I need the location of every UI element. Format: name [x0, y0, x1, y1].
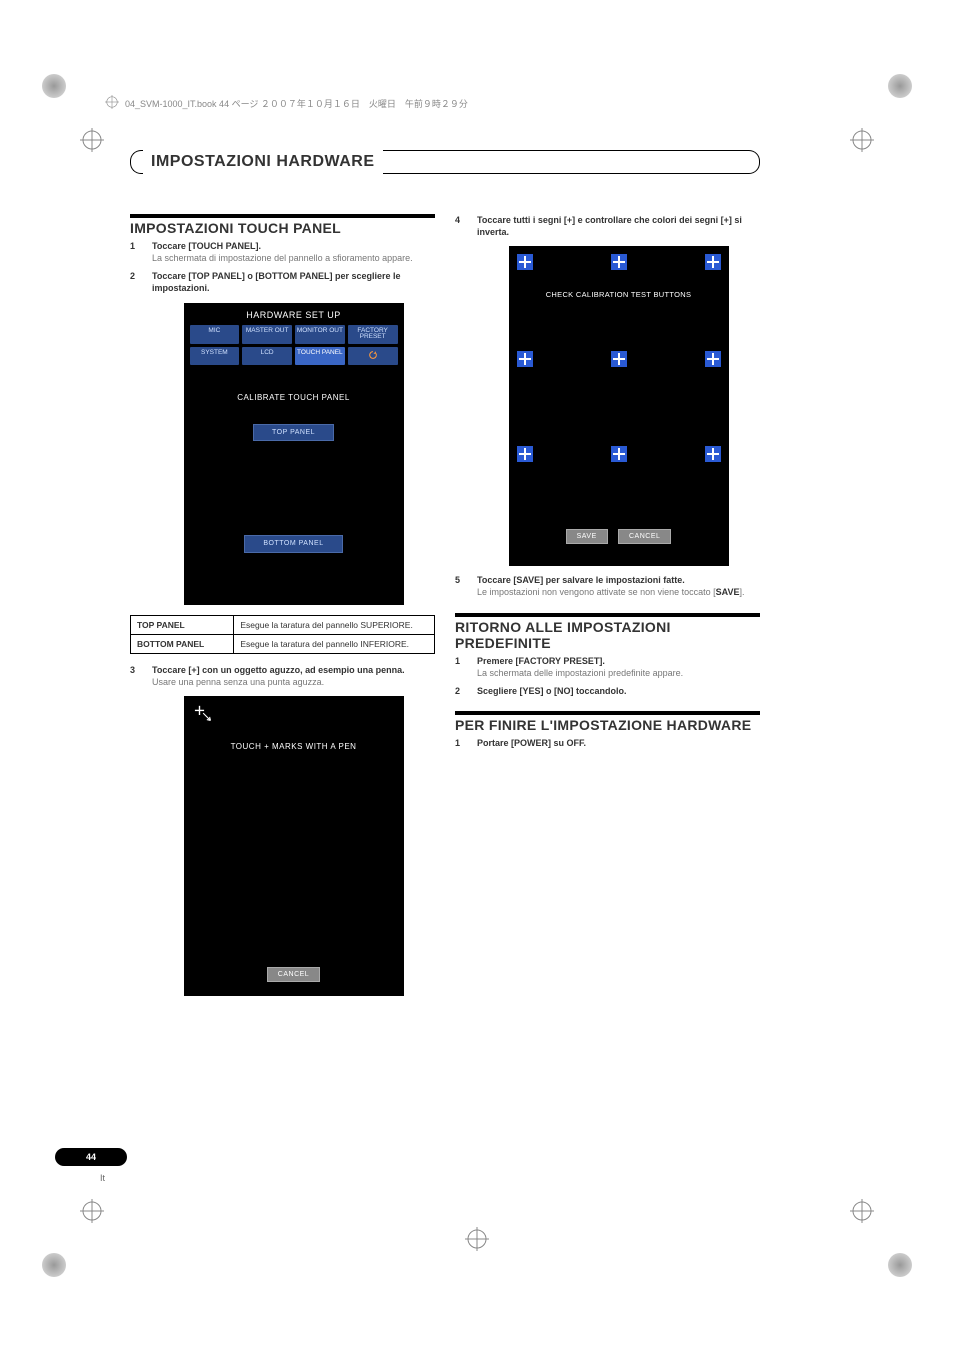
- step-fr-1-body: La schermata delle impostazioni predefin…: [477, 668, 683, 678]
- calib-plus-icon: [611, 446, 627, 462]
- touch-panel-cancel: CANCEL: [267, 967, 320, 982]
- table-val: Esegue la taratura del pannello SUPERIOR…: [234, 615, 435, 634]
- hw-tab-monitor-out: MONITOR OUT: [295, 325, 345, 344]
- register-mark-icon: [105, 95, 119, 111]
- table-row: BOTTOM PANEL Esegue la taratura del pann…: [131, 634, 435, 653]
- hw-tab-mic: MIC: [190, 325, 240, 344]
- calib-plus-icon: [705, 254, 721, 270]
- register-mark-tr: [850, 128, 874, 152]
- register-mark-bc: [465, 1227, 489, 1251]
- corner-dot-tl: [42, 74, 66, 98]
- step-3: Toccare [+] con un oggetto aguzzo, ad es…: [130, 664, 435, 996]
- panel-table: TOP PANEL Esegue la taratura del pannell…: [130, 615, 435, 654]
- hardware-setup-screenshot: HARDWARE SET UP MIC MASTER OUT MONITOR O…: [184, 303, 404, 605]
- step-4-title: Toccare tutti i segni [+] e controllare …: [477, 214, 760, 238]
- hw-setup-title: HARDWARE SET UP: [184, 303, 404, 325]
- section-title-bar: IMPOSTAZIONI HARDWARE: [130, 150, 760, 174]
- step-4: Toccare tutti i segni [+] e controllare …: [455, 214, 760, 566]
- step-1-title: Toccare [TOUCH PANEL].: [152, 240, 435, 252]
- hw-tab-refresh: [348, 347, 398, 366]
- step-3-title: Toccare [+] con un oggetto aguzzo, ad es…: [152, 664, 435, 676]
- plus-mark-icon: [194, 704, 216, 728]
- page-number-tab: 44: [55, 1148, 127, 1166]
- hw-btn-top-panel: TOP PANEL: [253, 424, 334, 441]
- print-header-text: 04_SVM-1000_IT.book 44 ページ ２００７年１０月１６日 火…: [125, 97, 468, 110]
- register-mark-tl: [80, 128, 104, 152]
- hw-tab-factory-preset: FACTORY PRESET: [348, 325, 398, 344]
- calib-save-button: SAVE: [566, 529, 608, 544]
- section-title: IMPOSTAZIONI HARDWARE: [143, 153, 383, 171]
- calib-plus-icon: [611, 254, 627, 270]
- touch-marks-screenshot: TOUCH + MARKS WITH A PEN CANCEL: [184, 696, 404, 996]
- steps-finish: Portare [POWER] su OFF.: [455, 737, 760, 749]
- corner-dot-tr: [888, 74, 912, 98]
- refresh-icon: [368, 350, 378, 363]
- heading-factory-reset: RITORNO ALLE IMPOSTAZIONI PREDEFINITE: [455, 613, 760, 651]
- register-mark-bl: [80, 1199, 104, 1223]
- step-1-body: La schermata di impostazione del pannell…: [152, 253, 413, 263]
- step-fr-2: Scegliere [YES] o [NO] toccandolo.: [455, 685, 760, 697]
- hw-tab-lcd: LCD: [242, 347, 292, 366]
- print-header: 04_SVM-1000_IT.book 44 ページ ２００７年１０月１６日 火…: [105, 95, 468, 111]
- hw-tab-master-out: MASTER OUT: [242, 325, 292, 344]
- step-2-title: Toccare [TOP PANEL] o [BOTTOM PANEL] per…: [152, 270, 435, 294]
- corner-dot-br: [888, 1253, 912, 1277]
- hw-btn-bottom-panel: BOTTOM PANEL: [244, 535, 342, 552]
- hw-tab-touch-panel: TOUCH PANEL: [295, 347, 345, 366]
- table-row: TOP PANEL Esegue la taratura del pannell…: [131, 615, 435, 634]
- steps-touch-panel: Toccare [TOUCH PANEL]. La schermata di i…: [130, 240, 435, 605]
- calib-plus-icon: [517, 446, 533, 462]
- step-5-title: Toccare [SAVE] per salvare le impostazio…: [477, 574, 760, 586]
- step-5-body: Le impostazioni non vengono attivate se …: [477, 587, 745, 597]
- hw-body-label: CALIBRATE TOUCH PANEL: [184, 393, 404, 404]
- steps-factory-reset: Premere [FACTORY PRESET]. La schermata d…: [455, 655, 760, 697]
- calib-plus-icon: [705, 446, 721, 462]
- hw-tab-system: SYSTEM: [190, 347, 240, 366]
- calib-plus-icon: [517, 254, 533, 270]
- step-5: Toccare [SAVE] per salvare le impostazio…: [455, 574, 760, 598]
- step-fin-1: Portare [POWER] su OFF.: [455, 737, 760, 749]
- step-3-body: Usare una penna senza una punta aguzza.: [152, 677, 324, 687]
- register-mark-br: [850, 1199, 874, 1223]
- page-language: It: [100, 1173, 105, 1183]
- touch-panel-msg: TOUCH + MARKS WITH A PEN: [184, 696, 404, 753]
- calibration-screenshot: CHECK CALIBRATION TEST BUTTONS: [509, 246, 729, 566]
- step-2: Toccare [TOP PANEL] o [BOTTOM PANEL] per…: [130, 270, 435, 605]
- step-fr-2-title: Scegliere [YES] o [NO] toccandolo.: [477, 685, 760, 697]
- step-fr-1: Premere [FACTORY PRESET]. La schermata d…: [455, 655, 760, 679]
- calib-plus-icon: [611, 351, 627, 367]
- table-key: TOP PANEL: [131, 615, 234, 634]
- step-1: Toccare [TOUCH PANEL]. La schermata di i…: [130, 240, 435, 264]
- heading-finish: PER FINIRE L'IMPOSTAZIONE HARDWARE: [455, 711, 760, 733]
- step-fr-1-title: Premere [FACTORY PRESET].: [477, 655, 760, 667]
- calib-cancel-button: CANCEL: [618, 529, 671, 544]
- step-fin-1-title: Portare [POWER] su OFF.: [477, 737, 760, 749]
- calib-plus-icon: [517, 351, 533, 367]
- corner-dot-bl: [42, 1253, 66, 1277]
- table-key: BOTTOM PANEL: [131, 634, 234, 653]
- heading-touch-panel: IMPOSTAZIONI TOUCH PANEL: [130, 214, 435, 236]
- page-number: 44: [86, 1152, 96, 1162]
- table-val: Esegue la taratura del pannello INFERIOR…: [234, 634, 435, 653]
- calib-plus-icon: [705, 351, 721, 367]
